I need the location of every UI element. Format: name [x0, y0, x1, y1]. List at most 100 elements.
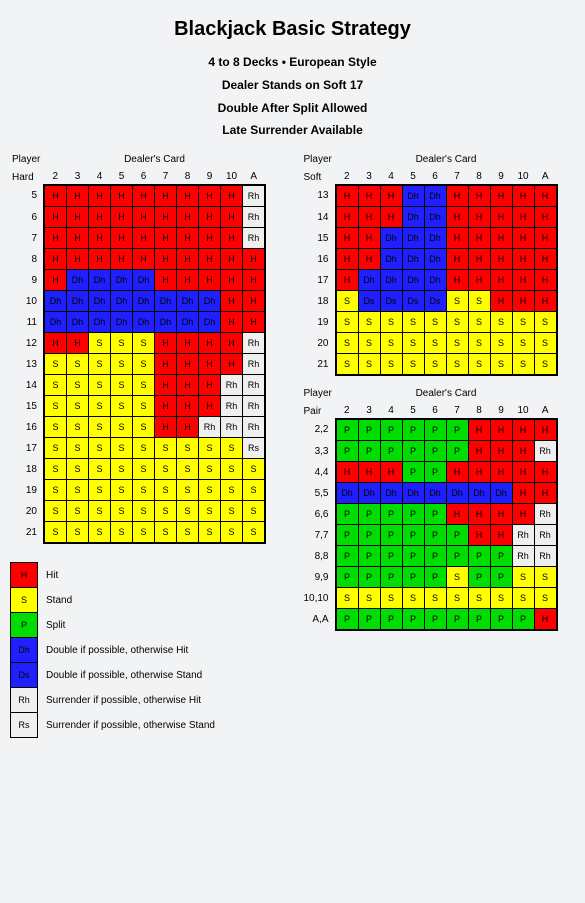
soft-cell: S [358, 312, 380, 333]
pair-cell: P [336, 419, 359, 441]
dealer-card-3: 3 [358, 169, 380, 185]
pair-cell: H [512, 483, 534, 504]
soft-cell: H [358, 228, 380, 249]
pair-cell: H [490, 419, 512, 441]
hard-cell: Rh [243, 417, 266, 438]
pair-row-7,7: 7,7 [302, 525, 336, 546]
hard-cell: S [177, 480, 199, 501]
soft-cell: H [468, 185, 490, 207]
hard-cell: H [177, 417, 199, 438]
hard-cell: H [155, 333, 177, 354]
hard-row-16: 16 [10, 417, 44, 438]
hard-cell: S [89, 438, 111, 459]
pair-cell: S [424, 588, 446, 609]
pair-cell: S [490, 588, 512, 609]
pair-cell: Rh [534, 546, 557, 567]
pair-cell: S [446, 588, 468, 609]
dealer-card-8: 8 [468, 169, 490, 185]
soft-cell: H [534, 185, 557, 207]
soft-row-13: 13 [302, 185, 336, 207]
pair-cell: Dh [468, 483, 490, 504]
hard-cell: S [111, 438, 133, 459]
pair-cell: P [402, 504, 424, 525]
hard-cell: Dh [89, 291, 111, 312]
pair-cell: H [468, 504, 490, 525]
soft-cell: S [424, 333, 446, 354]
legend-swatch-S: S [11, 588, 38, 613]
pair-cell: P [358, 609, 380, 631]
hard-cell: H [221, 185, 243, 207]
soft-cell: H [534, 270, 557, 291]
hard-cell: H [133, 249, 155, 270]
pair-cell: P [336, 441, 359, 462]
hard-cell: Dh [67, 291, 89, 312]
hard-cell: Dh [111, 270, 133, 291]
soft-cell: H [380, 207, 402, 228]
pair-row-2,2: 2,2 [302, 419, 336, 441]
soft-cell: H [358, 249, 380, 270]
hard-cell: S [67, 522, 89, 544]
hard-cell: S [44, 522, 67, 544]
soft-row-17: 17 [302, 270, 336, 291]
soft-cell: Dh [424, 228, 446, 249]
hard-cell: H [67, 207, 89, 228]
soft-cell: Dh [424, 207, 446, 228]
hard-cell: H [155, 228, 177, 249]
hard-cell: S [243, 522, 266, 544]
hard-cell: Dh [67, 270, 89, 291]
hard-cell: H [221, 354, 243, 375]
hard-cell: H [221, 291, 243, 312]
dealer-card-A: A [534, 403, 557, 419]
hard-cell: H [221, 249, 243, 270]
hard-cell: Dh [67, 312, 89, 333]
soft-table: PlayerDealer's CardSoft2345678910A13HHHD… [302, 152, 558, 376]
hard-cell: S [133, 417, 155, 438]
pair-table: PlayerDealer's CardPair2345678910A2,2PPP… [302, 386, 558, 631]
pair-cell: P [424, 525, 446, 546]
hard-cell: H [89, 249, 111, 270]
hard-cell: S [89, 333, 111, 354]
pair-cell: P [402, 609, 424, 631]
pair-cell: P [380, 504, 402, 525]
pair-type-heading: Pair [302, 403, 336, 419]
hard-cell: Rh [221, 375, 243, 396]
soft-cell: S [490, 312, 512, 333]
legend-label-P: Split [38, 613, 223, 638]
pair-cell: P [446, 546, 468, 567]
pair-cell: P [402, 546, 424, 567]
pair-cell: P [468, 609, 490, 631]
soft-cell: H [490, 207, 512, 228]
pair-cell: S [336, 588, 359, 609]
hard-cell: S [221, 501, 243, 522]
hard-cell: S [199, 480, 221, 501]
hard-type-heading: Hard [10, 169, 44, 185]
hard-cell: H [44, 270, 67, 291]
hard-cell: H [199, 249, 221, 270]
soft-cell: H [336, 270, 359, 291]
hard-cell: H [199, 207, 221, 228]
dealer-card-A: A [534, 169, 557, 185]
hard-cell: Dh [89, 312, 111, 333]
player-heading: Player [302, 152, 336, 169]
hard-row-8: 8 [10, 249, 44, 270]
hard-cell: H [177, 185, 199, 207]
pair-cell: P [402, 441, 424, 462]
dealer-heading: Dealer's Card [336, 386, 557, 403]
hard-row-17: 17 [10, 438, 44, 459]
soft-cell: S [534, 354, 557, 376]
hard-cell: S [44, 417, 67, 438]
soft-cell: S [446, 333, 468, 354]
dealer-card-10: 10 [221, 169, 243, 185]
pair-cell: Dh [380, 483, 402, 504]
pair-row-10,10: 10,10 [302, 588, 336, 609]
pair-cell: P [446, 609, 468, 631]
hard-cell: S [111, 375, 133, 396]
soft-cell: S [336, 333, 359, 354]
dealer-card-9: 9 [490, 403, 512, 419]
hard-cell: Dh [155, 291, 177, 312]
soft-cell: H [512, 249, 534, 270]
hard-cell: H [177, 333, 199, 354]
dealer-card-2: 2 [336, 403, 359, 419]
hard-cell: S [133, 396, 155, 417]
dealer-card-7: 7 [446, 403, 468, 419]
